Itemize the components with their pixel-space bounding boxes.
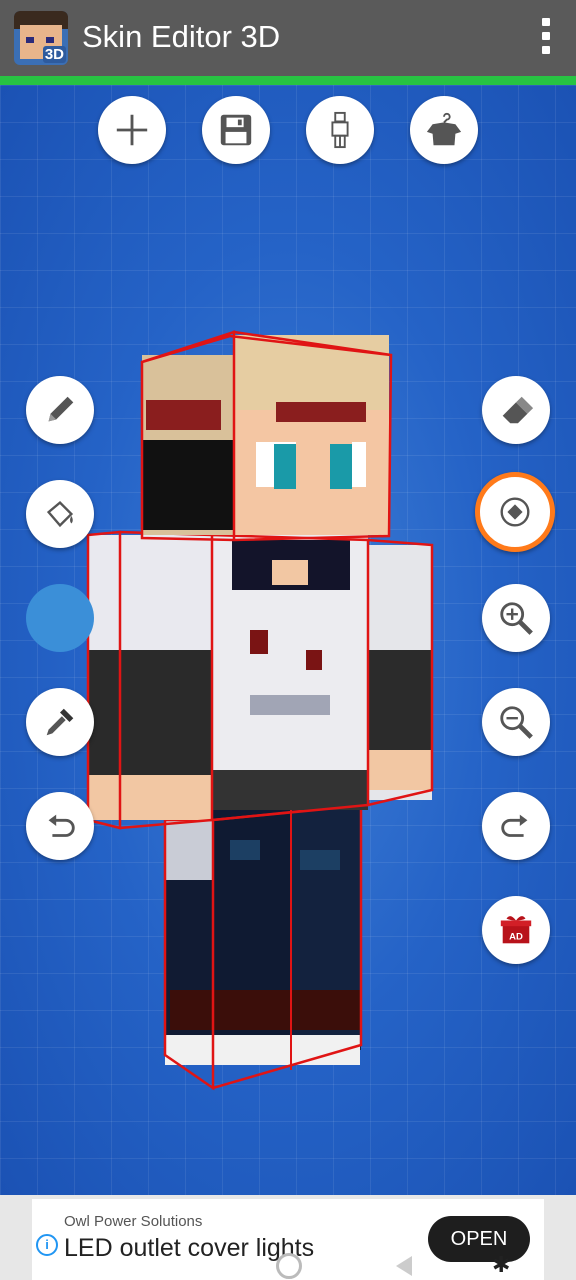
undo-button[interactable] [26, 792, 94, 860]
editor-canvas[interactable]: AD [0, 85, 576, 1195]
accent-bar [0, 76, 576, 85]
head [140, 330, 393, 542]
reward-ad-button[interactable]: AD [482, 896, 550, 964]
eraser-button[interactable] [482, 376, 550, 444]
fill-button[interactable] [26, 480, 94, 548]
undo-icon [48, 814, 75, 837]
ad-gift-icon: AD [500, 916, 532, 944]
back-icon[interactable] [396, 1256, 412, 1276]
paint-bucket-icon [46, 500, 74, 528]
overflow-menu-icon[interactable] [542, 18, 552, 58]
ad-info-icon[interactable]: i [36, 1234, 58, 1256]
app-logo: 3D [14, 11, 68, 65]
zoom-out-button[interactable] [482, 688, 550, 756]
clothing-button[interactable] [410, 96, 478, 164]
zoom-in-icon [500, 602, 533, 635]
redo-icon [501, 814, 528, 837]
plus-icon [116, 114, 148, 146]
body-icon [331, 111, 349, 149]
zoom-out-icon [500, 706, 533, 739]
body-parts-button[interactable] [306, 96, 374, 164]
eyedropper-button[interactable] [26, 688, 94, 756]
zoom-in-button[interactable] [482, 584, 550, 652]
app-title: Skin Editor 3D [82, 19, 281, 54]
logo-badge: 3D [42, 46, 66, 63]
color-swatch[interactable] [26, 584, 94, 652]
eyedropper-icon [46, 708, 74, 736]
pencil-icon [48, 396, 74, 422]
pencil-button[interactable] [26, 376, 94, 444]
ad-open-button[interactable]: OPEN [428, 1216, 530, 1262]
home-icon[interactable] [276, 1253, 302, 1279]
torso [86, 530, 434, 830]
new-skin-button[interactable] [98, 96, 166, 164]
accessibility-icon[interactable]: ✱ [492, 1252, 510, 1278]
redo-button[interactable] [482, 792, 550, 860]
ad-sponsor: Owl Power Solutions [64, 1213, 203, 1230]
rotate-reset-icon [500, 497, 530, 527]
app-bar: 3D Skin Editor 3D [0, 0, 576, 76]
recents-icon[interactable] [160, 1257, 176, 1273]
reset-view-button[interactable] [475, 472, 555, 552]
save-icon [220, 114, 252, 146]
legs [163, 800, 363, 1091]
ad-headline[interactable]: LED outlet cover lights [64, 1234, 314, 1263]
shirt-icon [426, 112, 462, 146]
eraser-icon [502, 396, 534, 424]
save-button[interactable] [202, 96, 270, 164]
ad-label: AD [509, 932, 523, 943]
